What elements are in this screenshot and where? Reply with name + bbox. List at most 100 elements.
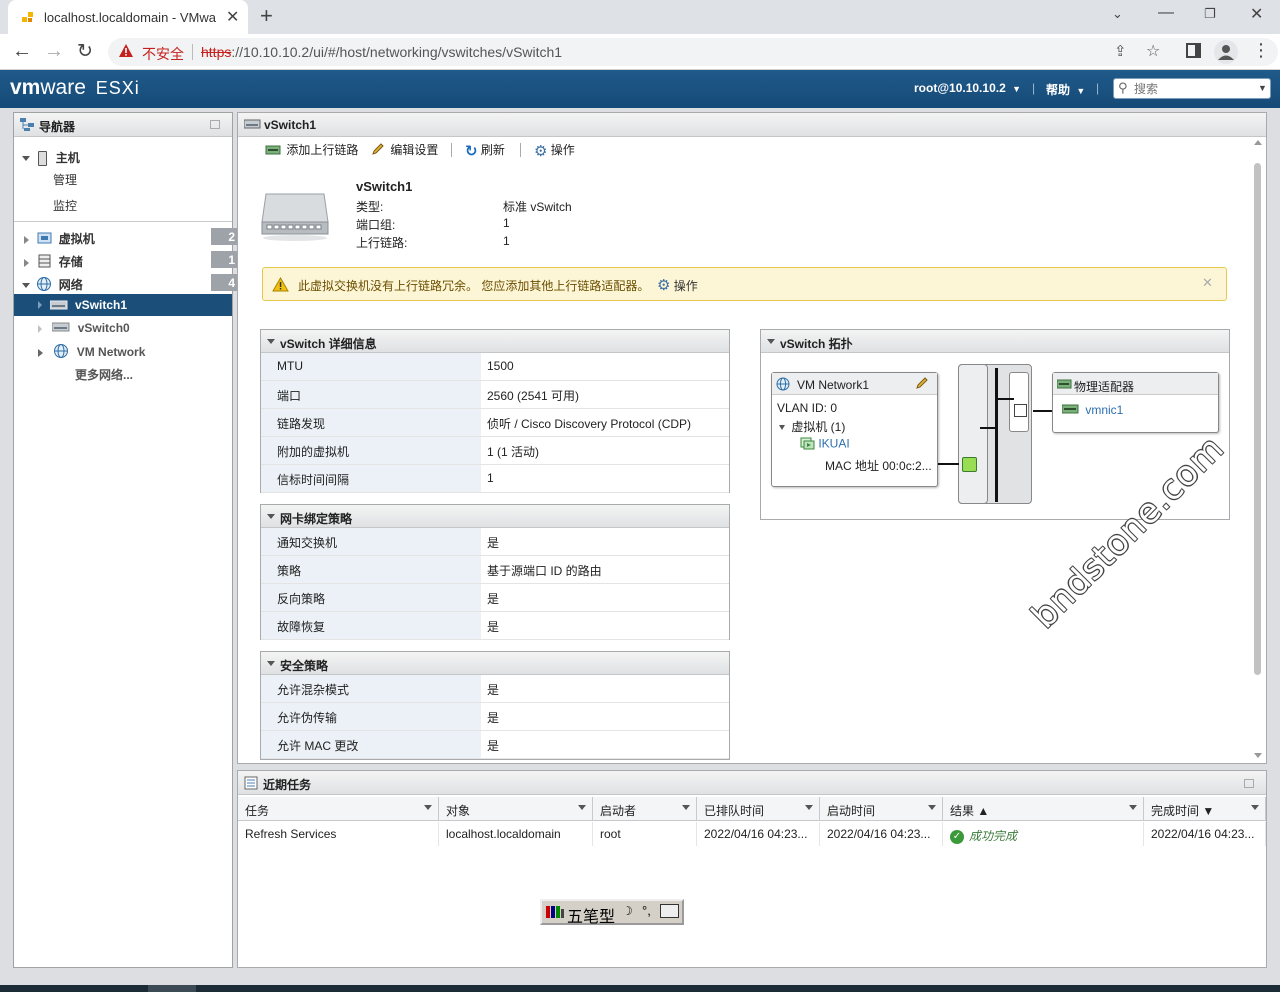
forward-icon[interactable]: → bbox=[44, 40, 64, 63]
bookmark-star-icon[interactable]: ☆ bbox=[1146, 41, 1160, 61]
new-tab-icon[interactable]: + bbox=[260, 3, 273, 29]
tasks-column-1[interactable]: 对象 bbox=[439, 797, 593, 821]
chevron-down-icon[interactable] bbox=[805, 805, 813, 810]
scroll-up-icon[interactable] bbox=[1254, 140, 1262, 145]
nav-host[interactable]: 主机 bbox=[22, 149, 80, 167]
collapse-icon[interactable] bbox=[767, 339, 775, 344]
chevron-down-icon[interactable] bbox=[682, 805, 690, 810]
ime-toolbar[interactable]: 五笔型 ☽ °, bbox=[540, 899, 684, 926]
address-bar[interactable]: 不安全 https://10.10.10.2/ui/#/host/network… bbox=[108, 38, 1278, 66]
warning-icon bbox=[272, 276, 289, 295]
search-box[interactable]: ⚲ ▼ bbox=[1113, 78, 1271, 99]
collapse-icon[interactable] bbox=[267, 661, 275, 666]
nav-storage[interactable]: 存储 bbox=[24, 253, 83, 271]
refresh-icon: ↻ bbox=[465, 142, 478, 160]
nav-vm-network[interactable]: VM Network bbox=[38, 343, 145, 362]
collapse-icon[interactable] bbox=[267, 514, 275, 519]
tasks-icon bbox=[244, 776, 258, 793]
collapse-icon[interactable] bbox=[210, 120, 220, 129]
expand-icon[interactable] bbox=[24, 235, 29, 244]
scroll-down-icon[interactable] bbox=[1254, 753, 1262, 758]
port-green[interactable] bbox=[962, 457, 977, 472]
share-icon[interactable]: ⇪ bbox=[1114, 42, 1127, 60]
action-edit-settings[interactable]: 编辑设置 bbox=[371, 141, 438, 159]
security-header[interactable]: 安全策略 bbox=[261, 652, 729, 675]
chevron-down-icon[interactable] bbox=[1129, 805, 1137, 810]
expand-icon[interactable] bbox=[22, 156, 30, 162]
action-add-uplink[interactable]: 添加上行链路 bbox=[265, 141, 358, 159]
expand-icon[interactable] bbox=[22, 283, 30, 289]
collapse-icon[interactable] bbox=[1244, 779, 1254, 788]
expand-icon[interactable] bbox=[38, 324, 42, 333]
nav-manage[interactable]: 管理 bbox=[53, 171, 77, 188]
action-actions[interactable]: ⚙ 操作 bbox=[534, 141, 575, 160]
expand-icon[interactable] bbox=[24, 258, 29, 267]
profile-avatar[interactable] bbox=[1214, 40, 1238, 64]
teaming-header[interactable]: 网卡绑定策略 bbox=[261, 505, 729, 528]
tasks-column-4[interactable]: 启动时间 bbox=[820, 797, 943, 821]
chevron-down-icon[interactable] bbox=[578, 805, 586, 810]
nic-name[interactable]: vmnic1 bbox=[1085, 403, 1123, 417]
browser-tab[interactable]: localhost.localdomain - VMwa ✕ bbox=[8, 0, 248, 34]
pencil-icon[interactable] bbox=[915, 376, 929, 393]
minimize-icon[interactable]: — bbox=[1158, 4, 1174, 22]
nav-vswitch0[interactable]: vSwitch0 bbox=[38, 321, 130, 336]
chevron-down-icon[interactable] bbox=[928, 805, 936, 810]
link-physical bbox=[1033, 410, 1053, 412]
nic-icon bbox=[1061, 404, 1079, 418]
security-label[interactable]: 不安全 bbox=[142, 44, 184, 64]
sidepanel-icon[interactable] bbox=[1186, 43, 1201, 58]
tasks-column-3[interactable]: 已排队时间 bbox=[697, 797, 820, 821]
security-row-value: 是 bbox=[487, 711, 500, 725]
nav-vms[interactable]: 虚拟机 bbox=[24, 230, 95, 248]
expand-icon[interactable] bbox=[38, 301, 42, 309]
tasks-column-0[interactable]: 任务 bbox=[238, 797, 439, 821]
tasks-column-5[interactable]: 结果 ▲ bbox=[943, 797, 1144, 821]
vm-name[interactable]: IKUAI bbox=[818, 437, 849, 451]
menu-icon[interactable]: ⋮ bbox=[1252, 40, 1270, 60]
chevron-down-icon[interactable] bbox=[1251, 805, 1259, 810]
nav-more-networks[interactable]: 更多网络... bbox=[75, 366, 133, 383]
expand-icon[interactable] bbox=[779, 425, 785, 431]
warning-actions[interactable]: ⚙ 操作 bbox=[657, 276, 698, 294]
tasks-column-6[interactable]: 完成时间 ▼ bbox=[1144, 797, 1266, 821]
port-white[interactable] bbox=[1014, 404, 1027, 417]
search-icon: ⚲ bbox=[1118, 80, 1128, 95]
search-input[interactable] bbox=[1134, 81, 1252, 96]
user-menu[interactable]: root@10.10.10.2 ▼ bbox=[914, 81, 1021, 95]
toolbar-divider bbox=[520, 143, 521, 157]
expand-icon[interactable] bbox=[38, 348, 43, 357]
portgroup-box[interactable]: VM Network1 VLAN ID: 0 虚拟机 (1) IKUAI MAC… bbox=[771, 372, 938, 487]
physical-adapters-box[interactable]: 物理适配器 vmnic1 bbox=[1052, 372, 1219, 433]
restore-icon[interactable]: ❐ bbox=[1204, 6, 1216, 22]
warning-text: 此虚拟交换机没有上行链路冗余。 您应添加其他上行链路适配器。 bbox=[298, 279, 650, 293]
chevron-down-icon[interactable] bbox=[424, 805, 432, 810]
taskbar-item[interactable] bbox=[148, 985, 196, 992]
gear-icon: ⚙ bbox=[534, 142, 548, 160]
scrollbar-thumb[interactable] bbox=[1254, 163, 1261, 675]
tasks-column-2[interactable]: 启动者 bbox=[593, 797, 697, 821]
teaming-row-value: 是 bbox=[487, 592, 500, 606]
back-icon[interactable]: ← bbox=[12, 40, 32, 63]
nic-entry[interactable]: vmnic1 bbox=[1061, 403, 1123, 418]
help-menu[interactable]: 帮助 ▼ bbox=[1046, 81, 1085, 98]
collapse-icon[interactable] bbox=[267, 339, 275, 344]
chevron-down-icon[interactable]: ▼ bbox=[1258, 83, 1267, 93]
nav-vswitch1[interactable]: vSwitch1 bbox=[14, 294, 232, 316]
details-header[interactable]: vSwitch 详细信息 bbox=[261, 330, 729, 353]
nav-monitor[interactable]: 监控 bbox=[53, 197, 77, 214]
nav-network[interactable]: 网络 bbox=[22, 276, 83, 295]
action-refresh[interactable]: ↻ 刷新 bbox=[465, 141, 505, 160]
reload-icon[interactable]: ↻ bbox=[77, 40, 93, 63]
ime-keyboard-icon[interactable] bbox=[660, 904, 679, 918]
ime-moon-icon[interactable]: ☽ bbox=[622, 904, 633, 918]
tab-search-icon[interactable]: ⌄ bbox=[1112, 6, 1123, 22]
ime-punct-icon[interactable]: °, bbox=[642, 903, 651, 918]
topology-header[interactable]: vSwitch 拓扑 bbox=[761, 330, 1229, 353]
close-window-icon[interactable]: ✕ bbox=[1250, 4, 1263, 24]
tab-close-icon[interactable]: ✕ bbox=[226, 7, 239, 27]
vm-entry[interactable]: IKUAI bbox=[800, 436, 850, 453]
portgroup-vms[interactable]: 虚拟机 (1) bbox=[779, 418, 845, 435]
main-scrollbar[interactable] bbox=[1251, 139, 1265, 761]
close-icon[interactable]: ✕ bbox=[1202, 275, 1213, 291]
